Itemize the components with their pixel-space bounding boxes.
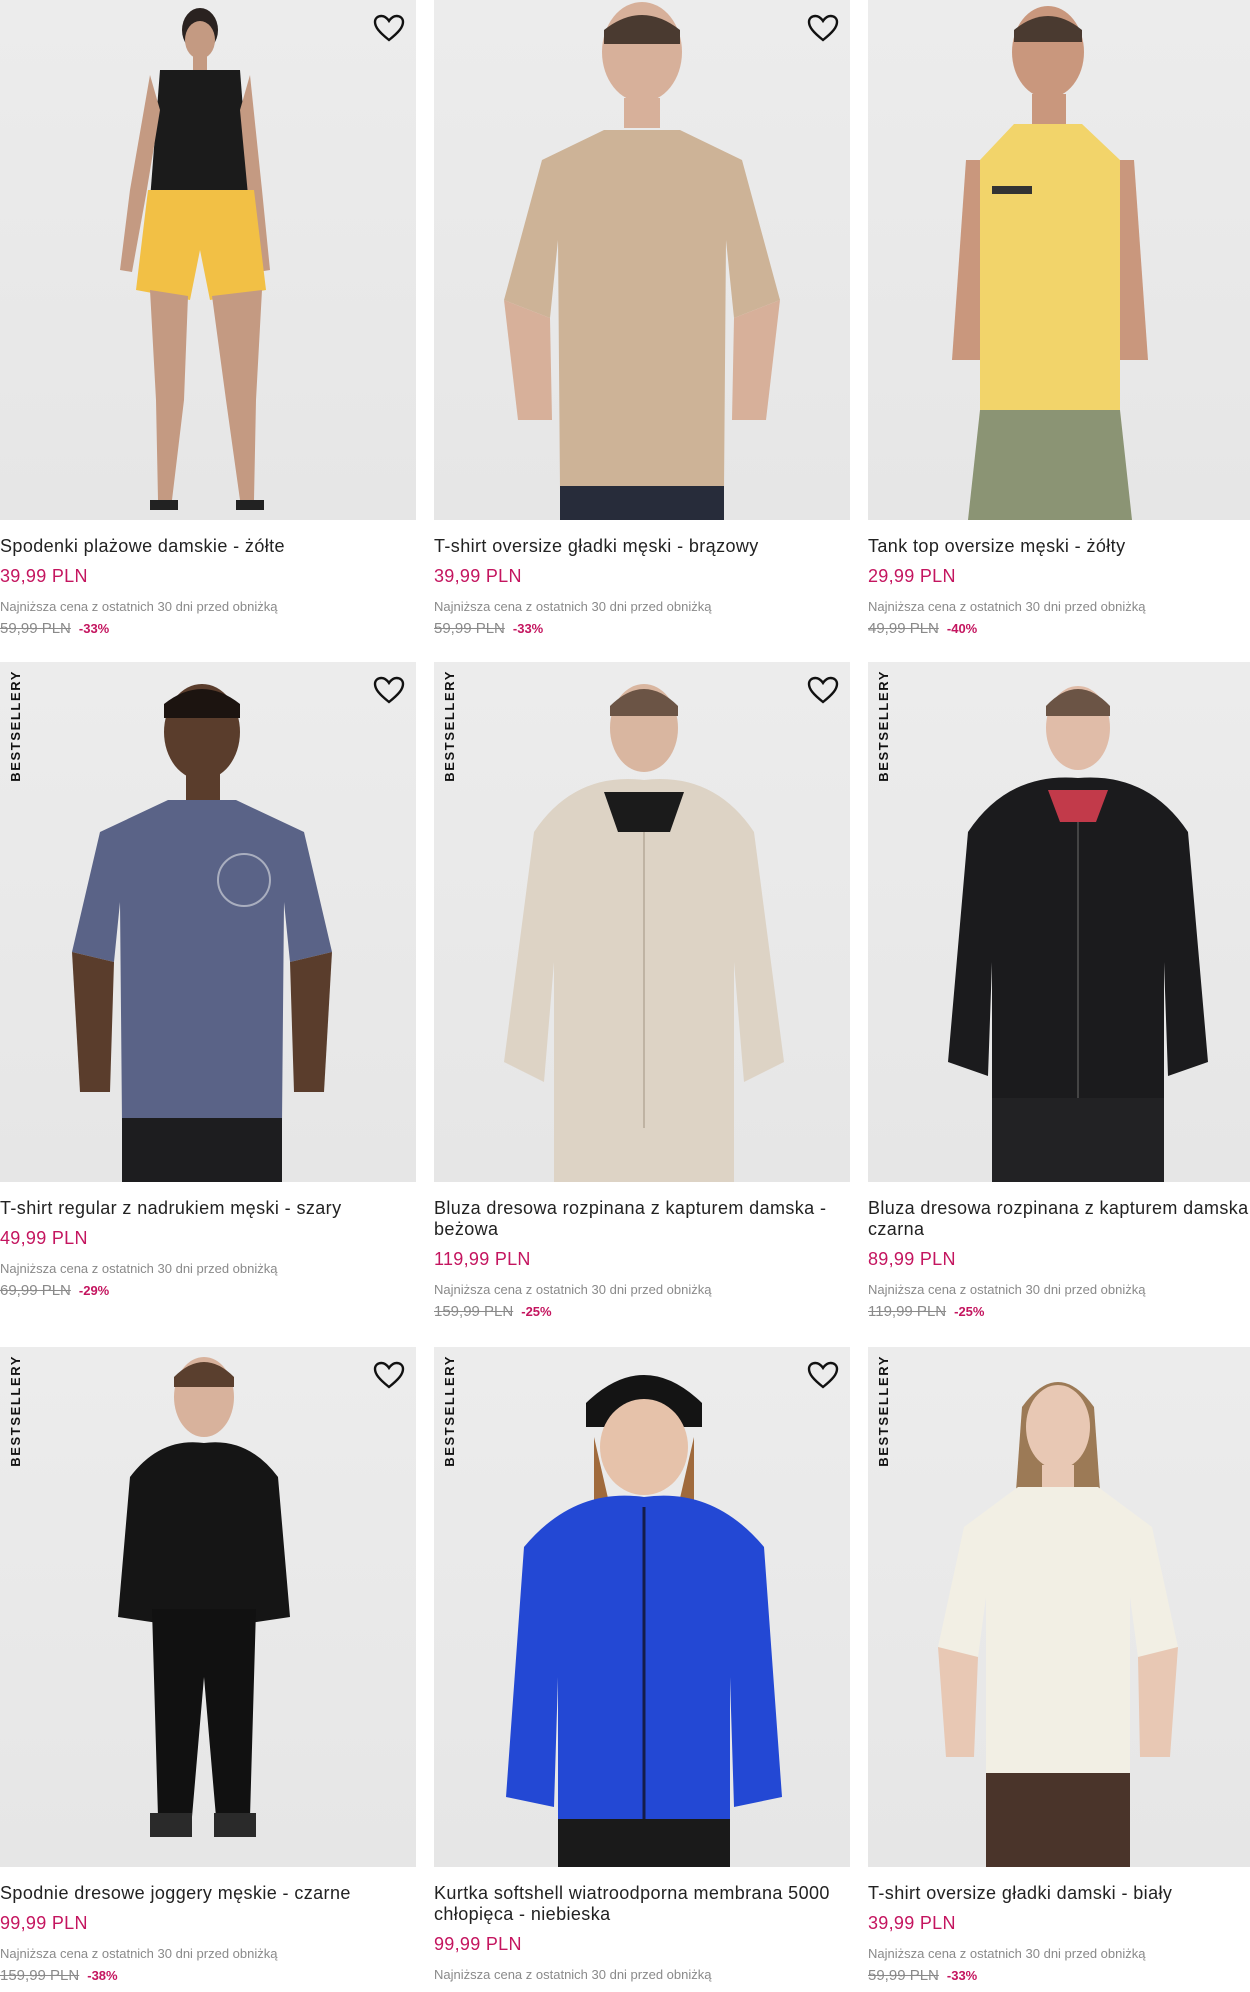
discount-label: -33% <box>512 621 544 636</box>
old-price: 159,99 PLN <box>0 1967 80 1984</box>
product-photo-woman-black-hoodie <box>948 686 1208 1182</box>
old-price-row: 69,99 PLN -29% <box>0 1282 416 1299</box>
lowest-price-note: Najniższa cena z ostatnich 30 dni przed … <box>868 1282 1146 1297</box>
bestseller-badge: BESTSELLERY <box>442 1355 457 1467</box>
discount-label: -33% <box>946 1968 978 1983</box>
old-price-row: 119,99 PLN -25% <box>868 1303 1250 1320</box>
lowest-price-note: Najniższa cena z ostatnich 30 dni przed … <box>434 1967 712 1982</box>
bestseller-badge: BESTSELLERY <box>442 670 457 782</box>
add-to-wishlist-heart-icon[interactable] <box>372 674 406 706</box>
product-name[interactable]: T-shirt regular z nadrukiem męski - szar… <box>0 1198 416 1219</box>
add-to-wishlist-heart-icon[interactable] <box>806 674 840 706</box>
old-price: 59,99 PLN <box>0 620 71 637</box>
lowest-price-note: Najniższa cena z ostatnich 30 dni przed … <box>434 1282 712 1297</box>
old-price-row: 159,99 PLN -38% <box>0 1967 416 1984</box>
old-price: 159,99 PLN <box>434 1303 514 1320</box>
product-price: 39,99 PLN <box>0 566 88 586</box>
product-price: 29,99 PLN <box>868 566 956 586</box>
lowest-price-note: Najniższa cena z ostatnich 30 dni przed … <box>0 1946 278 1961</box>
product-image[interactable]: BESTSELLERY <box>868 1347 1250 1867</box>
product-image[interactable] <box>0 0 416 520</box>
lowest-price-note: Najniższa cena z ostatnich 30 dni przed … <box>868 599 1146 614</box>
product-card[interactable]: BESTSELLERY T-shirt oversize gładki dams… <box>868 1347 1250 1984</box>
product-price: 99,99 PLN <box>0 1913 88 1933</box>
product-price: 89,99 PLN <box>868 1249 956 1269</box>
product-name[interactable]: Spodnie dresowe joggery męskie - czarne <box>0 1883 416 1904</box>
product-name[interactable]: Bluza dresowa rozpinana z kapturem damsk… <box>434 1198 850 1240</box>
add-to-wishlist-heart-icon[interactable] <box>806 1359 840 1391</box>
discount-label: -40% <box>946 621 978 636</box>
product-card[interactable]: T-shirt oversize gładki męski - brązowy … <box>434 0 850 637</box>
lowest-price-note: Najniższa cena z ostatnich 30 dni przed … <box>0 1261 278 1276</box>
product-price: 119,99 PLN <box>434 1249 531 1269</box>
bestseller-badge: BESTSELLERY <box>876 670 891 782</box>
old-price: 59,99 PLN <box>868 1967 939 1984</box>
lowest-price-note: Najniższa cena z ostatnich 30 dni przed … <box>434 599 712 614</box>
product-photo-man-black-joggers <box>118 1357 290 1837</box>
old-price: 69,99 PLN <box>0 1282 71 1299</box>
product-name[interactable]: T-shirt oversize gładki damski - biały <box>868 1883 1250 1904</box>
discount-label: -25% <box>521 1304 552 1319</box>
product-photo-boy-blue-softshell <box>506 1375 782 1867</box>
old-price-row: 59,99 PLN -33% <box>0 620 416 637</box>
product-image[interactable]: BESTSELLERY <box>0 1347 416 1867</box>
product-price: 99,99 PLN <box>434 1934 522 1954</box>
product-card[interactable]: BESTSELLERY Bluza dresowa rozpinana z ka… <box>434 662 850 1320</box>
bestseller-badge: BESTSELLERY <box>876 1355 891 1467</box>
product-image[interactable]: BESTSELLERY <box>868 662 1250 1182</box>
product-name[interactable]: Spodenki plażowe damskie - żółte <box>0 536 416 557</box>
product-name[interactable]: T-shirt oversize gładki męski - brązowy <box>434 536 850 557</box>
discount-label: -25% <box>954 1304 985 1319</box>
product-image[interactable] <box>868 0 1250 520</box>
product-name[interactable]: Kurtka softshell wiatroodporna membrana … <box>434 1883 850 1925</box>
product-name[interactable]: Bluza dresowa rozpinana z kapturem damsk… <box>868 1198 1250 1240</box>
product-price: 39,99 PLN <box>868 1913 956 1933</box>
product-card[interactable]: Spodenki plażowe damskie - żółte 39,99 P… <box>0 0 416 637</box>
product-price: 49,99 PLN <box>0 1228 88 1248</box>
product-photo-woman-white-tshirt <box>938 1382 1178 1867</box>
old-price: 119,99 PLN <box>868 1303 947 1320</box>
lowest-price-note: Najniższa cena z ostatnich 30 dni przed … <box>868 1946 1146 1961</box>
bestseller-badge: BESTSELLERY <box>8 1355 23 1467</box>
product-photo-man-beige-tshirt <box>504 2 780 520</box>
bestseller-badge: BESTSELLERY <box>8 670 23 782</box>
product-card[interactable]: BESTSELLERY Spodnie dresowe joggery męsk… <box>0 1347 416 1984</box>
product-image[interactable]: BESTSELLERY <box>434 662 850 1182</box>
product-card[interactable]: BESTSELLERY Kurtka softshell wiatroodpor… <box>434 1347 850 1982</box>
product-card[interactable]: BESTSELLERY T-shirt regular z nadrukiem … <box>0 662 416 1299</box>
product-photo-man-yellow-tank-top <box>952 6 1148 520</box>
add-to-wishlist-heart-icon[interactable] <box>372 12 406 44</box>
product-grid: Spodenki plażowe damskie - żółte 39,99 P… <box>0 0 1250 1992</box>
lowest-price-note: Najniższa cena z ostatnich 30 dni przed … <box>0 599 278 614</box>
product-photo-man-grey-tshirt <box>72 684 332 1182</box>
old-price-row: 49,99 PLN -40% <box>868 620 1250 637</box>
add-to-wishlist-heart-icon[interactable] <box>806 12 840 44</box>
product-photo-woman-beige-hoodie <box>504 684 784 1182</box>
product-image[interactable] <box>434 0 850 520</box>
add-to-wishlist-heart-icon[interactable] <box>372 1359 406 1391</box>
product-card[interactable]: BESTSELLERY Bluza dresowa rozpinana z ka… <box>868 662 1250 1320</box>
product-name[interactable]: Tank top oversize męski - żółty <box>868 536 1250 557</box>
product-image[interactable]: BESTSELLERY <box>434 1347 850 1867</box>
product-card[interactable]: Tank top oversize męski - żółty 29,99 PL… <box>868 0 1250 637</box>
product-price: 39,99 PLN <box>434 566 522 586</box>
old-price-row: 159,99 PLN -25% <box>434 1303 850 1320</box>
product-photo-woman-swimsuit-shorts <box>120 8 270 510</box>
old-price: 49,99 PLN <box>868 620 939 637</box>
discount-label: -38% <box>87 1968 118 1983</box>
old-price-row: 59,99 PLN -33% <box>868 1967 1250 1984</box>
old-price-row: 59,99 PLN -33% <box>434 620 850 637</box>
product-image[interactable]: BESTSELLERY <box>0 662 416 1182</box>
discount-label: -29% <box>78 1283 110 1298</box>
discount-label: -33% <box>78 621 110 636</box>
old-price: 59,99 PLN <box>434 620 505 637</box>
